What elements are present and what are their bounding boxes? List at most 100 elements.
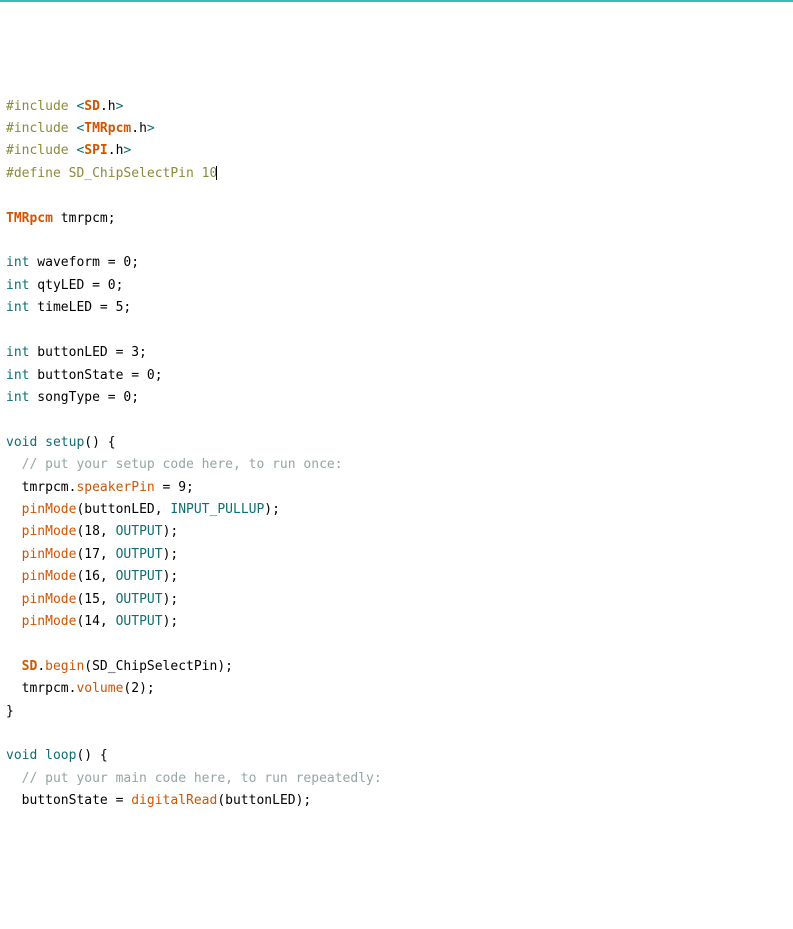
code-line: }: [6, 701, 787, 723]
code-token: [6, 569, 22, 584]
code-token: (buttonLED,: [76, 502, 170, 517]
code-token: OUTPUT: [116, 592, 163, 607]
code-token: .h: [108, 143, 124, 158]
code-token: OUTPUT: [116, 524, 163, 539]
code-token: (14,: [76, 614, 115, 629]
code-line: pinMode(17, OUTPUT);: [6, 544, 787, 566]
code-token: void: [6, 748, 37, 763]
code-token: buttonState =: [6, 793, 131, 808]
code-token: int: [6, 345, 29, 360]
code-token: setup: [45, 435, 84, 450]
code-token: );: [163, 614, 179, 629]
code-token: >: [116, 99, 124, 114]
code-token: tmrpcm;: [53, 211, 116, 226]
code-line: void setup() {: [6, 432, 787, 454]
code-token: OUTPUT: [116, 569, 163, 584]
code-token: }: [6, 704, 14, 719]
code-token: () {: [84, 435, 115, 450]
code-token: pinMode: [22, 569, 77, 584]
code-line: [6, 633, 787, 655]
code-token: [37, 435, 45, 450]
code-line: buttonState = digitalRead(buttonLED);: [6, 790, 787, 812]
code-token: .h: [131, 121, 147, 136]
code-editor[interactable]: #include <SD.h>#include <TMRpcm.h>#inclu…: [6, 96, 787, 813]
code-token: pinMode: [22, 547, 77, 562]
code-token: begin: [45, 659, 84, 674]
code-token: SPI: [84, 143, 107, 158]
code-token: [6, 547, 22, 562]
code-token: [6, 614, 22, 629]
code-line: int songType = 0;: [6, 387, 787, 409]
code-token: [37, 748, 45, 763]
code-token: () {: [76, 748, 107, 763]
code-token: );: [163, 592, 179, 607]
code-token: .: [37, 659, 45, 674]
code-line: [6, 723, 787, 745]
code-token: digitalRead: [131, 793, 217, 808]
code-line: tmrpcm.volume(2);: [6, 678, 787, 700]
code-token: .h: [100, 99, 116, 114]
code-line: int waveform = 0;: [6, 252, 787, 274]
code-token: [6, 524, 22, 539]
code-token: #include: [6, 99, 76, 114]
code-token: (buttonLED);: [217, 793, 311, 808]
code-token: waveform = 0;: [29, 255, 139, 270]
code-line: [6, 320, 787, 342]
code-token: SD: [22, 659, 38, 674]
code-token: qtyLED = 0;: [29, 278, 123, 293]
code-line: int qtyLED = 0;: [6, 275, 787, 297]
code-token: buttonState = 0;: [29, 368, 162, 383]
code-token: pinMode: [22, 614, 77, 629]
code-token: // put your setup code here, to run once…: [22, 457, 343, 472]
code-line: TMRpcm tmrpcm;: [6, 208, 787, 230]
code-line: #include <SD.h>: [6, 96, 787, 118]
code-token: = 9;: [155, 480, 194, 495]
code-line: int buttonState = 0;: [6, 365, 787, 387]
code-line: pinMode(18, OUTPUT);: [6, 521, 787, 543]
code-token: #include: [6, 121, 76, 136]
code-line: // put your setup code here, to run once…: [6, 454, 787, 476]
code-line: [6, 185, 787, 207]
code-token: int: [6, 368, 29, 383]
code-line: SD.begin(SD_ChipSelectPin);: [6, 656, 787, 678]
code-line: int timeLED = 5;: [6, 297, 787, 319]
code-token: buttonLED = 3;: [29, 345, 146, 360]
code-token: int: [6, 300, 29, 315]
code-line: [6, 409, 787, 431]
code-token: volume: [76, 681, 123, 696]
code-token: (17,: [76, 547, 115, 562]
code-token: void: [6, 435, 37, 450]
code-token: );: [264, 502, 280, 517]
code-token: tmrpcm.: [6, 681, 76, 696]
code-token: );: [163, 569, 179, 584]
code-token: >: [147, 121, 155, 136]
code-token: loop: [45, 748, 76, 763]
code-token: pinMode: [22, 524, 77, 539]
code-line: pinMode(buttonLED, INPUT_PULLUP);: [6, 499, 787, 521]
code-token: [6, 659, 22, 674]
code-token: TMRpcm: [84, 121, 131, 136]
code-line: #include <TMRpcm.h>: [6, 118, 787, 140]
code-line: // put your main code here, to run repea…: [6, 768, 787, 790]
code-token: speakerPin: [76, 480, 154, 495]
code-line: pinMode(15, OUTPUT);: [6, 589, 787, 611]
code-token: (2);: [123, 681, 154, 696]
code-token: #include: [6, 143, 76, 158]
code-token: OUTPUT: [116, 614, 163, 629]
code-token: int: [6, 255, 29, 270]
code-token: (SD_ChipSelectPin);: [84, 659, 233, 674]
code-token: songType = 0;: [29, 390, 139, 405]
code-token: timeLED = 5;: [29, 300, 131, 315]
code-token: [6, 457, 22, 472]
code-token: );: [163, 524, 179, 539]
code-token: (16,: [76, 569, 115, 584]
code-token: [6, 502, 22, 517]
text-cursor: [216, 166, 217, 180]
code-token: pinMode: [22, 592, 77, 607]
code-line: [6, 230, 787, 252]
code-token: SD: [84, 99, 100, 114]
code-line: tmrpcm.speakerPin = 9;: [6, 477, 787, 499]
code-token: );: [163, 547, 179, 562]
code-token: OUTPUT: [116, 547, 163, 562]
code-token: TMRpcm: [6, 211, 53, 226]
